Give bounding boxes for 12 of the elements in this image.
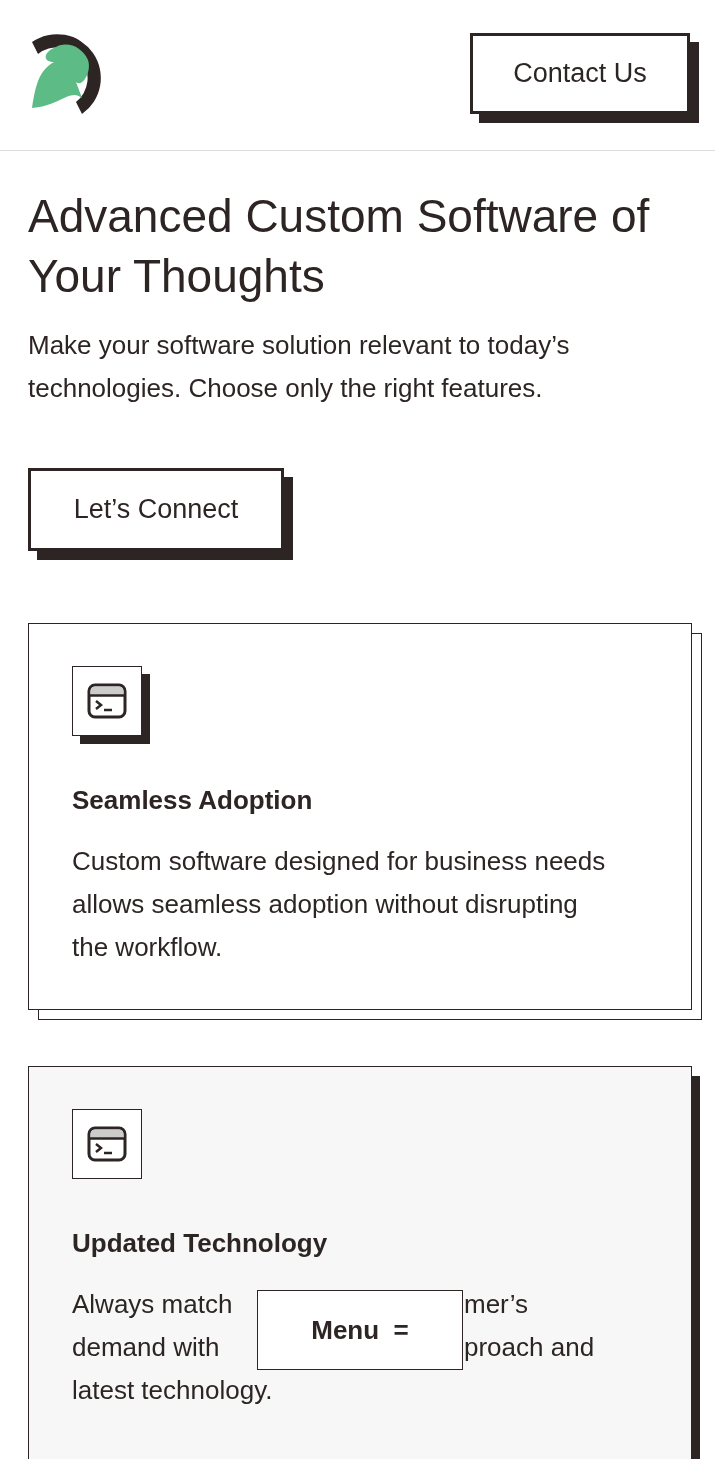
- menu-button[interactable]: Menu =: [257, 1290, 463, 1370]
- hero-title: Advanced Custom Software of Your Thoughts: [28, 189, 651, 304]
- card-text: proach and: [464, 1331, 595, 1364]
- hero-subtitle: Make your software solution relevant to today’s technologies. Choose only the right features.: [28, 329, 571, 405]
- card-text: Custom software designed for business needs allows seamless adoption without disrupting the workflow.: [72, 845, 607, 964]
- card-title: Seamless Adoption: [72, 784, 314, 817]
- terminal-icon: [72, 1109, 142, 1179]
- card-text: demand with: [72, 1331, 220, 1364]
- card-text: latest technology.: [72, 1374, 273, 1407]
- card-text: Always match: [72, 1288, 233, 1321]
- card-title: Updated Technology: [72, 1227, 329, 1260]
- card-text: mer’s: [464, 1288, 529, 1321]
